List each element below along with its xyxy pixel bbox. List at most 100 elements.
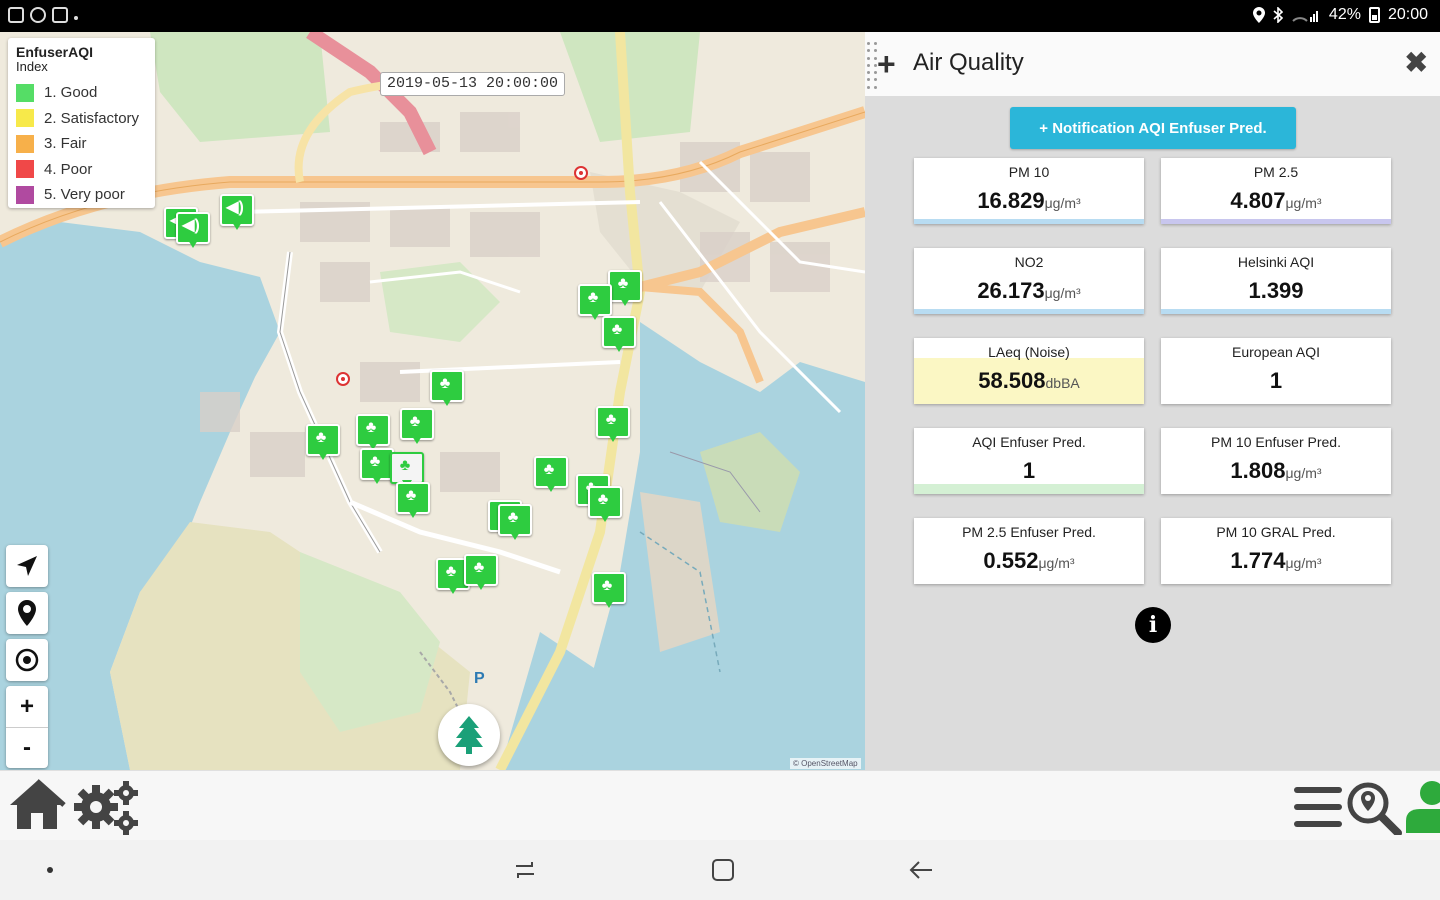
zoom-out-button[interactable]: - [6, 727, 48, 768]
card-pm10-enfuser-pred[interactable]: PM 10 Enfuser Pred. 1.808μg/m³ [1161, 428, 1391, 494]
card-value: 58.508dbBA [978, 368, 1080, 393]
tree-sensor-marker[interactable]: ♣ [306, 424, 340, 460]
legend-item-satisfactory: 2. Satisfactory [16, 106, 147, 132]
user-profile-button[interactable] [1406, 779, 1440, 838]
battery-percent: 42% [1328, 6, 1361, 23]
tree-icon: ♣ [617, 275, 629, 292]
tree-sensor-marker[interactable]: ♣ [592, 572, 626, 608]
home-nav-button[interactable] [710, 858, 736, 887]
tree-icon: ♣ [409, 413, 421, 430]
card-value: 1 [1269, 368, 1283, 393]
recent-apps-button[interactable] [512, 858, 538, 887]
map-view[interactable]: EnfuserAQI Index 1. Good 2. Satisfactory… [0, 32, 865, 770]
card-aqi-enfuser-pred[interactable]: AQI Enfuser Pred. 1 [914, 428, 1144, 494]
tree-sensor-marker[interactable]: ♣ [578, 284, 612, 320]
card-pm25-enfuser-pred[interactable]: PM 2.5 Enfuser Pred. 0.552μg/m³ [914, 518, 1144, 584]
menu-button[interactable] [1294, 785, 1342, 834]
drop-pin-button[interactable] [6, 592, 48, 634]
card-label: Helsinki AQI [1237, 254, 1315, 270]
search-location-icon [1347, 782, 1402, 837]
speaker-icon: ◀) [226, 199, 244, 216]
card-value: 26.173μg/m³ [977, 278, 1081, 303]
legend-label: 5. Very poor [44, 186, 125, 204]
back-button[interactable] [908, 858, 934, 887]
card-label: PM 2.5 Enfuser Pred. [962, 524, 1096, 540]
tree-icon: ♣ [315, 429, 327, 446]
card-no2[interactable]: NO2 26.173μg/m³ [914, 248, 1144, 314]
browser-notification-icon [30, 7, 46, 23]
noise-sensor-marker[interactable]: ◀) [176, 212, 210, 248]
notification-button[interactable]: + Notification AQI Enfuser Pred. [1010, 107, 1296, 149]
tree-sensor-marker[interactable]: ♣ [534, 456, 568, 492]
tree-sensor-marker[interactable]: ♣ [396, 482, 430, 518]
home-button[interactable] [8, 779, 66, 836]
card-value: 0.552μg/m³ [983, 548, 1075, 573]
tree-sensor-marker[interactable]: ♣ [360, 448, 394, 484]
card-helsinki-aqi[interactable]: Helsinki AQI 1.399 [1161, 248, 1391, 314]
tree-icon: ♣ [365, 419, 377, 436]
android-nav-bar [0, 840, 1440, 900]
tree-icon: ♣ [587, 289, 599, 306]
parking-label: P [474, 670, 485, 687]
card-label: European AQI [1232, 344, 1320, 360]
legend-subtitle: Index [16, 59, 48, 74]
crosshair-icon [15, 648, 39, 672]
legend-label: 4. Poor [44, 160, 93, 178]
drag-handle[interactable] [865, 40, 877, 92]
tree-icon: ♣ [507, 509, 519, 526]
legend-item-poor: 4. Poor [16, 157, 147, 183]
tree-icon: ♣ [597, 491, 609, 508]
back-arrow-icon [909, 861, 932, 879]
user-icon [1406, 781, 1440, 833]
tree-icon: ♣ [445, 563, 457, 580]
tree-layer-button[interactable] [438, 704, 500, 766]
home-icon [10, 779, 66, 829]
tree-sensor-marker[interactable]: ♣ [588, 486, 622, 522]
info-icon[interactable]: i [1135, 607, 1171, 643]
more-notifications-icon [74, 16, 78, 20]
recent-apps-icon [516, 862, 534, 878]
close-button[interactable]: ✖ [1405, 48, 1428, 78]
tree-sensor-marker[interactable]: ♣ [400, 408, 434, 444]
map-attribution[interactable]: © OpenStreetMap [790, 758, 861, 769]
card-label: NO2 [1014, 254, 1044, 270]
location-icon [1252, 7, 1265, 23]
card-pm10[interactable]: PM 10 16.829μg/m³ [914, 158, 1144, 224]
air-quality-panel: + Air Quality ✖ + Notification AQI Enfus… [865, 32, 1440, 770]
card-label: LAeq (Noise) [988, 344, 1070, 360]
card-level-bar [1161, 309, 1391, 314]
card-pm10-gral-pred[interactable]: PM 10 GRAL Pred. 1.774μg/m³ [1161, 518, 1391, 584]
tree-sensor-marker[interactable]: ♣ [430, 370, 464, 406]
card-value: 1.808μg/m³ [1230, 458, 1322, 483]
zoom-in-button[interactable]: + [6, 686, 48, 727]
screenshot-notification-icon [52, 7, 68, 23]
noise-sensor-marker[interactable]: ◀) [220, 194, 254, 230]
search-location-button[interactable] [1346, 781, 1402, 840]
settings-button[interactable] [72, 779, 142, 840]
tree-sensor-marker[interactable]: ♣ [356, 414, 390, 450]
tree-sensor-marker[interactable]: ♣ [602, 316, 636, 352]
tree-icon: ♣ [369, 453, 381, 470]
bluetooth-icon [1273, 7, 1283, 23]
card-value: 4.807μg/m³ [1230, 188, 1322, 213]
poi-marker[interactable] [574, 166, 588, 180]
card-label: AQI Enfuser Pred. [972, 434, 1086, 450]
tree-sensor-marker[interactable]: ♣ [608, 270, 642, 306]
legend-swatch [16, 109, 34, 128]
card-pm25[interactable]: PM 2.5 4.807μg/m³ [1161, 158, 1391, 224]
locate-me-button[interactable] [6, 545, 48, 587]
card-european-aqi[interactable]: European AQI 1 [1161, 338, 1391, 404]
bottom-toolbar [0, 770, 1440, 840]
poi-marker[interactable] [336, 372, 350, 386]
card-noise[interactable]: LAeq (Noise) 58.508dbBA [914, 338, 1144, 404]
keyboard-dot-icon[interactable] [47, 867, 53, 873]
tree-sensor-marker[interactable]: ♣ [596, 406, 630, 442]
tree-sensor-marker[interactable]: ♣ [464, 554, 498, 590]
tree-icon: ♣ [605, 411, 617, 428]
home-square-icon [712, 859, 734, 881]
notification-icons [8, 7, 78, 23]
tree-sensor-marker[interactable]: ♣ [498, 504, 532, 540]
center-map-button[interactable] [6, 639, 48, 681]
speaker-icon: ◀) [182, 217, 200, 234]
expand-icon[interactable]: + [877, 46, 896, 82]
